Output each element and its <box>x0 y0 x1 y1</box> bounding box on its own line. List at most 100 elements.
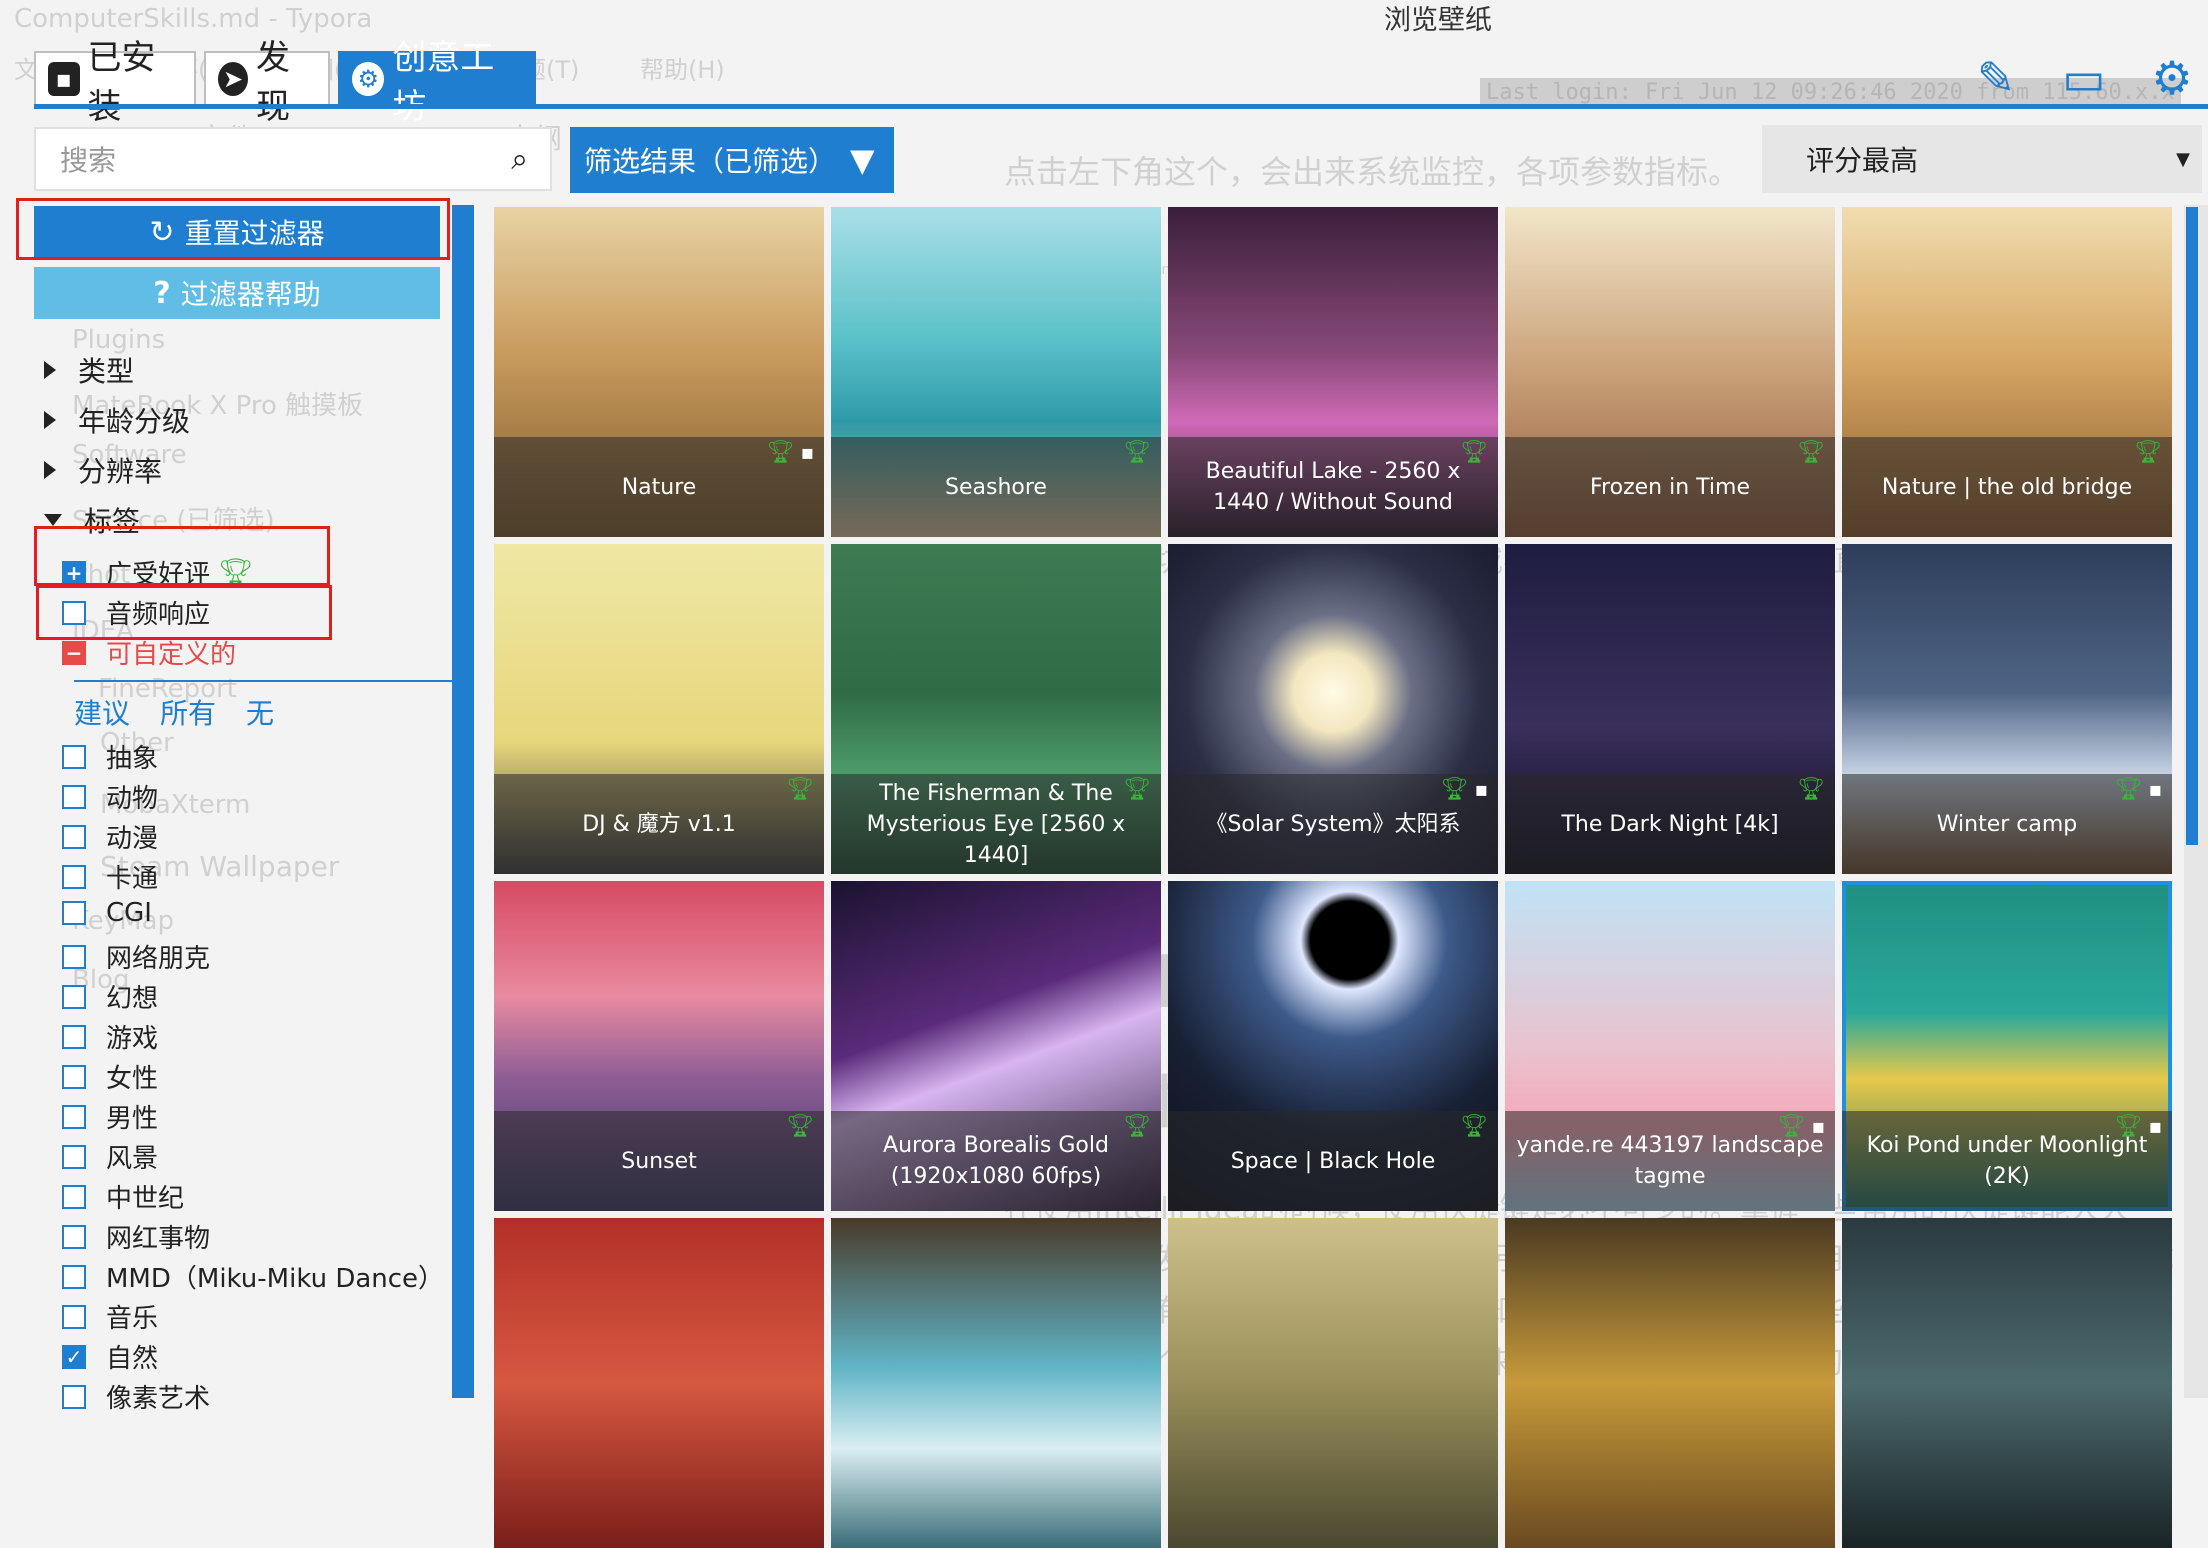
wallpaper-tile[interactable]: Seashore 🏆︎ <box>831 207 1161 537</box>
wallpaper-tile[interactable]: Beautiful Lake - 2560 x 1440 / Without S… <box>1168 207 1498 537</box>
link-none[interactable]: 无 <box>246 692 274 732</box>
category-label: 分辨率 <box>78 455 163 488</box>
category-type[interactable]: 类型 <box>44 350 134 390</box>
tools-icon[interactable]: ✎ <box>1970 52 2022 104</box>
tag-checkbox-row[interactable]: 音乐 <box>62 1298 158 1335</box>
wallpaper-tile[interactable]: Koi Pond under Moonlight (2K) 🏆︎ ▪ <box>1842 881 2172 1211</box>
funnel-icon: ▼ <box>850 141 875 179</box>
link-all[interactable]: 所有 <box>160 692 216 732</box>
tag-checkbox-row[interactable]: 网红事物 <box>62 1218 210 1255</box>
wallpaper-tile[interactable] <box>1505 1218 1835 1548</box>
wallpaper-tile[interactable]: Nature | the old bridge 🏆︎ <box>1842 207 2172 537</box>
tag-label: 动物 <box>106 784 159 814</box>
checkbox[interactable] <box>62 984 86 1009</box>
checkbox[interactable] <box>62 784 86 809</box>
checkbox[interactable] <box>62 944 86 969</box>
tag-checkbox-row[interactable]: ✓ 自然 <box>62 1338 158 1375</box>
checkbox[interactable] <box>62 1024 86 1049</box>
wallpaper-title: The Fisherman & The Mysterious Eye [2560… <box>831 774 1161 874</box>
sort-dropdown[interactable]: 评分最高 ▼ <box>1762 125 2202 193</box>
wallpaper-title: Nature | the old bridge <box>1842 437 2172 537</box>
tag-checkbox-row[interactable]: 中世纪 <box>62 1178 184 1215</box>
grid-scrollbar-thumb[interactable] <box>2186 207 2198 845</box>
category-age-rating[interactable]: 年龄分级 <box>44 400 190 440</box>
tags-divider <box>74 680 452 682</box>
wallpaper-tile[interactable]: yande.re 443197 landscape tagme 🏆︎ ▪ <box>1505 881 1835 1211</box>
filter-help-button[interactable]: ? 过滤器帮助 <box>34 267 440 319</box>
search-box[interactable]: 搜索 ⌕ <box>34 127 552 191</box>
wallpaper-badges: 🏆︎ <box>1123 1114 1151 1139</box>
trophy-icon: 🏆︎ <box>1797 440 1825 465</box>
minus-checkbox[interactable]: − <box>62 640 86 665</box>
sidebar-scrollbar[interactable] <box>452 205 474 1398</box>
tab-installed[interactable]: ▪ 已安装 <box>34 38 196 127</box>
tag-checkbox-row[interactable]: 网络朋克 <box>62 938 210 975</box>
wallpaper-tile[interactable]: Aurora Borealis Gold (1920x1080 60fps) 🏆︎ <box>831 881 1161 1211</box>
link-suggested[interactable]: 建议 <box>74 692 130 732</box>
wallpaper-tile[interactable]: Sunset 🏆︎ <box>494 881 824 1211</box>
checkbox[interactable] <box>62 1304 86 1329</box>
wallpaper-tile[interactable]: 《Solar System》太阳系 🏆︎ ▪ <box>1168 544 1498 874</box>
highlight-audio <box>36 585 332 640</box>
category-resolution[interactable]: 分辨率 <box>44 450 162 490</box>
tag-checkbox-row[interactable]: MMD（Miku-Miku Dance） <box>62 1258 444 1295</box>
checkbox[interactable] <box>62 864 86 889</box>
ghost-line: 点击左下角这个，会出来系统监控，各项参数指标。 <box>1004 153 1741 191</box>
save-icon: ▪ <box>1811 1114 1825 1138</box>
wallpaper-badges: 🏆︎ ▪ <box>767 440 815 465</box>
checkbox[interactable] <box>62 1264 86 1289</box>
wallpaper-title: Seashore <box>831 437 1161 537</box>
tag-checkbox-row[interactable]: CGI <box>62 898 152 928</box>
wallpaper-tile[interactable]: The Fisherman & The Mysterious Eye [2560… <box>831 544 1161 874</box>
checkbox[interactable] <box>62 824 86 849</box>
compass-icon: ➤ <box>218 62 248 96</box>
tag-label: MMD（Miku-Miku Dance） <box>106 1264 445 1294</box>
gear-icon[interactable]: ⚙ <box>2146 52 2198 104</box>
checkbox[interactable] <box>62 1144 86 1169</box>
wallpaper-tile[interactable]: The Dark Night [4k] 🏆︎ <box>1505 544 1835 874</box>
tag-checkbox-row[interactable]: 女性 <box>62 1058 158 1095</box>
checked-checkbox[interactable]: ✓ <box>62 1344 86 1369</box>
wallpaper-tile[interactable] <box>831 1218 1161 1548</box>
trophy-icon: 🏆︎ <box>1460 1114 1488 1139</box>
wallpaper-tile[interactable]: Nature 🏆︎ ▪ <box>494 207 824 537</box>
search-icon[interactable]: ⌕ <box>511 142 528 177</box>
wallpaper-tile[interactable] <box>494 1218 824 1548</box>
search-input[interactable]: 搜索 <box>60 139 511 179</box>
wallpaper-tile[interactable]: Winter camp 🏆︎ ▪ <box>1842 544 2172 874</box>
tag-checkbox-row[interactable]: 风景 <box>62 1138 158 1175</box>
tag-checkbox-row[interactable]: 抽象 <box>62 738 158 775</box>
window-title: 浏览壁纸 <box>1384 5 1492 36</box>
wallpaper-badges: 🏆︎ <box>786 777 814 802</box>
checkbox[interactable] <box>62 744 86 769</box>
wallpaper-tile[interactable]: DJ & 魔方 v1.1 🏆︎ <box>494 544 824 874</box>
tab-discover[interactable]: ➤ 发现 <box>204 38 330 127</box>
tab-workshop-label: 创意工坊 <box>392 38 495 127</box>
trophy-icon: 🏆︎ <box>2114 1114 2143 1139</box>
checkbox[interactable] <box>62 1184 86 1209</box>
monitor-icon[interactable]: ▭ <box>2058 52 2110 104</box>
tag-checkbox-row[interactable]: 动物 <box>62 778 158 815</box>
expand-icon <box>44 361 56 379</box>
checkbox[interactable] <box>62 1224 86 1249</box>
save-icon: ▪ <box>2148 1114 2162 1138</box>
wallpaper-tile[interactable]: Space | Black Hole 🏆︎ <box>1168 881 1498 1211</box>
steam-icon: ⚙ <box>352 62 385 96</box>
checkbox[interactable] <box>62 1104 86 1129</box>
tag-checkbox-row[interactable]: 像素艺术 <box>62 1378 210 1415</box>
tag-checkbox-row[interactable]: 卡通 <box>62 858 158 895</box>
tab-workshop[interactable]: ⚙ 创意工坊 <box>338 38 536 127</box>
wallpaper-tile[interactable] <box>1842 1218 2172 1548</box>
filter-result-button[interactable]: 筛选结果（已筛选） ▼ <box>570 127 894 193</box>
checkbox[interactable] <box>62 901 86 925</box>
tag-checkbox-row[interactable]: 幻想 <box>62 978 158 1015</box>
wallpaper-tile[interactable] <box>1168 1218 1498 1548</box>
checkbox[interactable] <box>62 1384 86 1409</box>
wallpaper-tile[interactable]: Frozen in Time 🏆︎ <box>1505 207 1835 537</box>
tag-checkbox-row[interactable]: 动漫 <box>62 818 158 855</box>
trophy-icon: 🏆︎ <box>786 1114 814 1139</box>
wallpaper-badges: 🏆︎ <box>2134 440 2162 465</box>
checkbox[interactable] <box>62 1064 86 1089</box>
tag-checkbox-row[interactable]: 男性 <box>62 1098 158 1135</box>
tag-checkbox-row[interactable]: 游戏 <box>62 1018 158 1055</box>
